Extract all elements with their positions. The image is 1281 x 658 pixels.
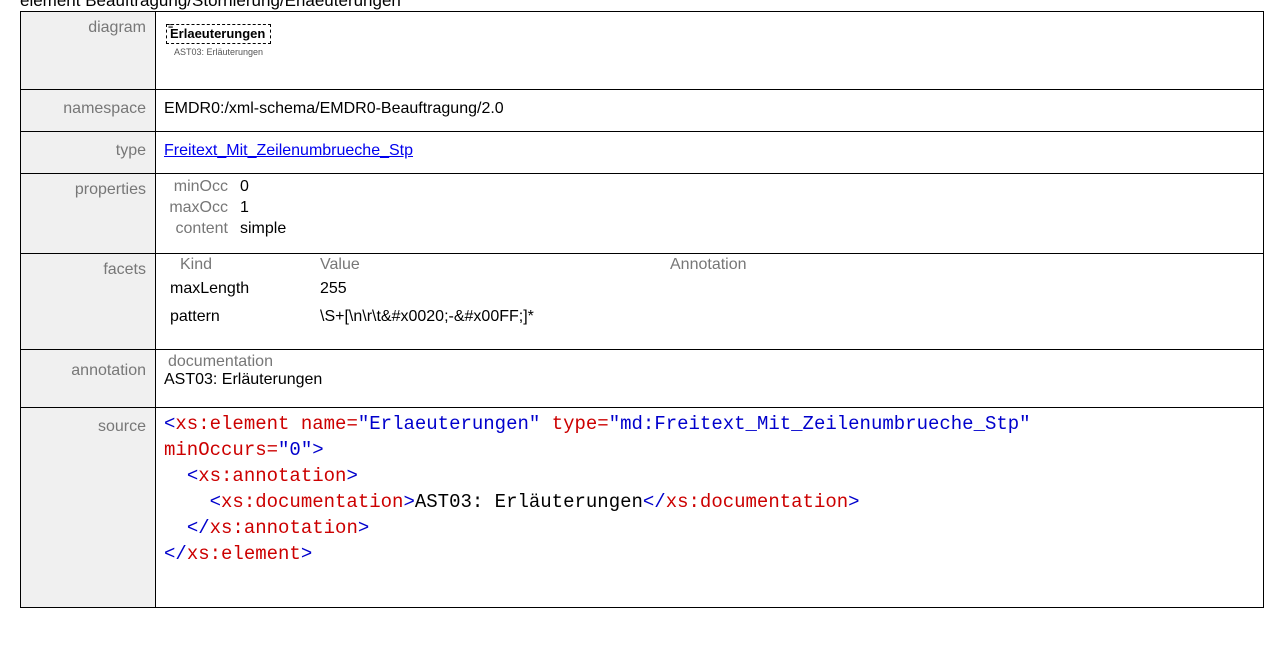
element-lines-icon: ≡ xyxy=(168,21,174,31)
source-line: </xs:annotation> xyxy=(186,517,370,539)
property-key: content xyxy=(175,219,228,237)
row-source: source <xs:element name="Erlaeuterungen"… xyxy=(20,407,1264,608)
annotation-header: documentation xyxy=(168,353,273,370)
page-title: element Beauftragung/Stornierung/Erlaeut… xyxy=(20,0,401,10)
facets-header-annotation: Annotation xyxy=(670,255,747,273)
source-line: <xs:element name="Erlaeuterungen" type="… xyxy=(164,413,1031,435)
facets-header-value: Value xyxy=(320,255,360,273)
facets-table: Kind Value Annotation maxLength 255 patt… xyxy=(155,253,1264,350)
row-facets: facets Kind Value Annotation maxLength 2… xyxy=(20,253,1264,350)
row-label-diagram: diagram xyxy=(20,11,156,90)
row-label-namespace: namespace xyxy=(20,89,156,132)
property-row: content simple xyxy=(164,218,1263,239)
row-type: type Freitext_Mit_Zeilenumbrueche_Stp xyxy=(20,131,1264,174)
annotation-cell: documentation AST03: Erläuterungen xyxy=(155,349,1264,408)
diagram-element-name: Erlaeuterungen xyxy=(170,26,266,41)
property-value: 1 xyxy=(240,198,249,216)
property-value: simple xyxy=(240,219,287,237)
row-annotation: annotation documentation AST03: Erläuter… xyxy=(20,349,1264,408)
type-link[interactable]: Freitext_Mit_Zeilenumbrueche_Stp xyxy=(164,142,413,159)
schema-doc-table: diagram ≡ Erlaeuterungen AST03: Erläuter… xyxy=(20,11,1264,608)
property-key: maxOcc xyxy=(169,198,228,216)
source-line: </xs:element> xyxy=(164,543,313,565)
source-line: <xs:documentation>AST03: Erläuterungen</… xyxy=(209,491,860,513)
row-diagram: diagram ≡ Erlaeuterungen AST03: Erläuter… xyxy=(20,11,1264,90)
row-label-properties: properties xyxy=(20,173,156,254)
facet-value: \S+[\n\r\t&#x0020;-&#x00FF;]* xyxy=(320,308,534,325)
row-label-facets: facets xyxy=(20,253,156,350)
facets-header: Kind Value Annotation xyxy=(164,254,1263,275)
source-line: minOccurs="0"> xyxy=(164,439,324,461)
row-properties: properties minOcc 0 maxOcc 1 content simple xyxy=(20,173,1264,254)
property-row: minOcc 0 xyxy=(164,176,1263,197)
properties-list: minOcc 0 maxOcc 1 content simple xyxy=(155,173,1264,254)
property-value: 0 xyxy=(240,177,249,195)
namespace-value: EMDR0:/xml-schema/EMDR0-Beauftragung/2.0 xyxy=(155,89,1264,132)
facet-kind: maxLength xyxy=(170,280,250,297)
row-label-annotation: annotation xyxy=(20,349,156,408)
facet-row: maxLength 255 xyxy=(164,275,1263,303)
source-code: <xs:element name="Erlaeuterungen" type="… xyxy=(155,407,1264,608)
diagram-caption: AST03: Erläuterungen xyxy=(174,47,264,57)
row-label-source: source xyxy=(20,407,156,608)
annotation-value: AST03: Erläuterungen xyxy=(164,371,323,388)
row-namespace: namespace EMDR0:/xml-schema/EMDR0-Beauft… xyxy=(20,89,1264,132)
diagram-element-box[interactable]: ≡ Erlaeuterungen xyxy=(166,21,272,44)
facet-row: pattern \S+[\n\r\t&#x0020;-&#x00FF;]* xyxy=(164,303,1263,331)
row-label-type: type xyxy=(20,131,156,174)
facets-header-kind: Kind xyxy=(180,255,213,273)
facet-value: 255 xyxy=(320,280,347,297)
diagram-cell: ≡ Erlaeuterungen AST03: Erläuterungen xyxy=(155,11,1264,90)
source-line: <xs:annotation> xyxy=(186,465,358,487)
property-key: minOcc xyxy=(173,177,228,195)
property-row: maxOcc 1 xyxy=(164,197,1263,218)
facet-kind: pattern xyxy=(170,308,220,325)
